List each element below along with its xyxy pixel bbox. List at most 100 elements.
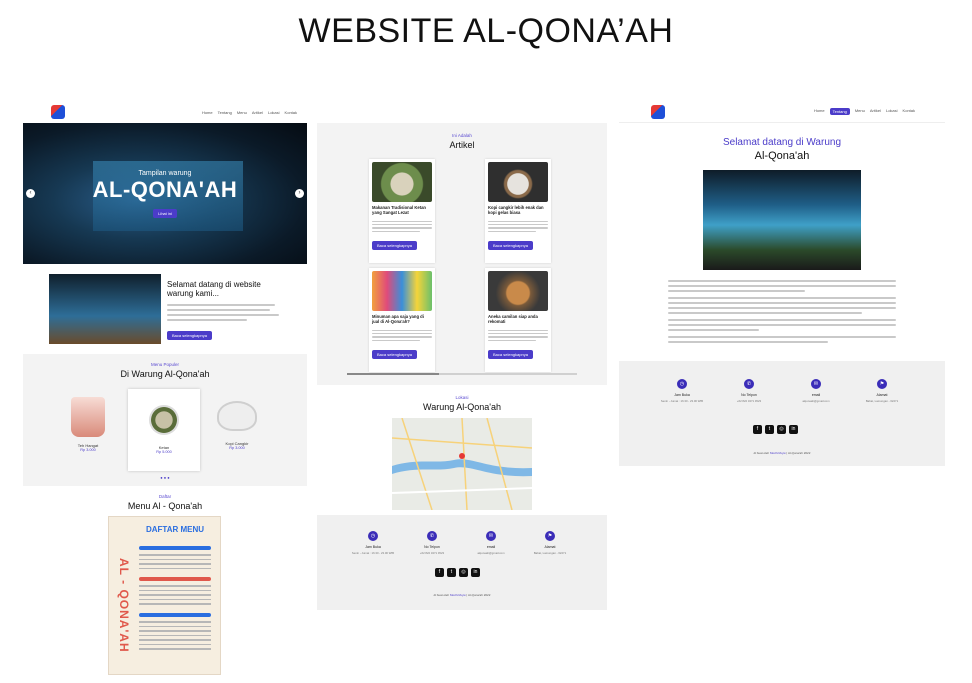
nav-lokasi[interactable]: Lokasi [886, 108, 898, 115]
facebook-icon[interactable]: f [435, 568, 444, 577]
nav-kontak[interactable]: Kontak [285, 110, 297, 115]
article-thumbnail [372, 271, 432, 311]
ketan-plate-icon [149, 405, 179, 435]
footer-label: Jam Buka [674, 393, 690, 397]
article-read-more-button[interactable]: Baca selengkapnya [488, 349, 533, 359]
nav-artikel[interactable]: Artikel [870, 108, 881, 115]
map-pin-icon: ⚑ [877, 379, 887, 389]
articles-page-screenshot: Ini Adalah Artikel Makanan Tradisional K… [317, 123, 607, 610]
articles-scrollbar[interactable] [347, 373, 577, 375]
popular-item[interactable]: Teh Hangat Rp 3.000 [63, 397, 113, 452]
phone-icon: ✆ [744, 379, 754, 389]
article-title: Kopi cangkir lebih enak dan kopi gelas b… [488, 205, 544, 215]
copy-author-link[interactable]: Mochrizkyw [770, 451, 786, 455]
hero-button[interactable]: Lihat ini [153, 208, 177, 218]
article-card[interactable]: Minuman apa saja yang di jual di Al-Qona… [369, 268, 435, 372]
nav-home[interactable]: Home [202, 110, 213, 115]
menu-rows [139, 554, 211, 572]
instagram-icon[interactable]: ◎ [459, 568, 468, 577]
linkedin-icon[interactable]: in [789, 425, 798, 434]
slide-title: WEBSITE AL-QONA’AH [298, 12, 674, 50]
menu-board-image: DAFTAR MENU AL - QONA'AH [108, 516, 221, 675]
nav-kontak[interactable]: Kontak [903, 108, 915, 115]
article-read-more-button[interactable]: Baca selengkapnya [488, 240, 533, 250]
menu-section-band [139, 546, 211, 550]
nav-artikel[interactable]: Artikel [252, 110, 263, 115]
nav-tentang[interactable]: Tentang [218, 110, 232, 115]
about-store-image [703, 170, 861, 270]
mail-icon: ✉ [486, 531, 496, 541]
about-title-line2: Al-Qona'ah [754, 150, 810, 162]
twitter-icon[interactable]: t [447, 568, 456, 577]
welcome-title: Selamat datang di website warung kami... [167, 280, 261, 298]
footer-label: Alamat [544, 545, 556, 549]
coffee-cup-icon [217, 401, 257, 431]
about-section: Selamat datang di Warung Al-Qona'ah [619, 123, 945, 343]
item-price: Rp 3.000 [229, 446, 245, 450]
logo-icon[interactable] [651, 104, 665, 119]
footer-email: ✉ email alqonaah@gmail.com [461, 531, 521, 555]
footer-telpon: ✆ No Telpon +62 822 3471 4523 [719, 379, 779, 403]
footer-label: Alamat [876, 393, 888, 397]
footer-alamat: ⚑ Alamat Babat, Lamongan - 62271 [520, 531, 580, 555]
article-title: Makanan Tradisional Ketan yang Sangat Le… [372, 205, 426, 215]
item-price: Rp 5.000 [156, 450, 172, 454]
social-links: f t ◎ in [435, 568, 480, 577]
article-excerpt [372, 330, 432, 341]
logo-icon[interactable] [51, 105, 65, 119]
copy-prefix: di buat oleh [753, 451, 770, 455]
footer-telpon: ✆ No Telpon +62 822 3471 4523 [402, 531, 462, 555]
carousel-dots[interactable]: ● ● ● [23, 475, 307, 480]
menu-kicker: Daftar [158, 494, 172, 499]
article-thumbnail [488, 271, 548, 311]
nav-tentang[interactable]: Tentang [829, 108, 850, 115]
footer-jam-buka: ◷ Jam Buka Senin - Jumat : 16.30 - 23.00… [652, 379, 712, 403]
footer-jam-buka: ◷ Jam Buka Senin - Jumat : 16.30 - 23.00… [343, 531, 403, 555]
article-card[interactable]: Makanan Tradisional Ketan yang Sangat Le… [369, 159, 435, 263]
facebook-icon[interactable]: f [753, 425, 762, 434]
hero-subtitle: Tampilan warung [138, 169, 192, 177]
map-graphic [392, 418, 532, 510]
copy-prefix: di buat oleh [433, 593, 450, 597]
footer-right: ◷ Jam Buka Senin - Jumat : 16.30 - 23.00… [619, 361, 945, 466]
footer-label: email [811, 393, 821, 397]
footer-value: Babat, Lamongan - 62271 [533, 551, 567, 555]
home-page-screenshot: Home Tentang Menu Artikel Lokasi Kontak … [23, 101, 307, 677]
location-map[interactable] [392, 418, 532, 510]
carousel-prev-icon[interactable]: ‹ [26, 189, 35, 198]
carousel-next-icon[interactable]: › [295, 189, 304, 198]
article-read-more-button[interactable]: Baca selengkapnya [372, 349, 417, 359]
article-card[interactable]: Aneka camilan siap anda rekomati Baca se… [485, 268, 551, 372]
nav-home[interactable]: Home [814, 108, 825, 115]
popular-item[interactable]: Kopi Cangkir Rp 3.000 [209, 397, 265, 450]
welcome-image [49, 274, 161, 344]
twitter-icon[interactable]: t [765, 425, 774, 434]
footer-value: +62 822 3471 4523 [736, 399, 762, 403]
mail-icon: ✉ [811, 379, 821, 389]
tea-glass-icon [71, 397, 105, 437]
nav-lokasi[interactable]: Lokasi [268, 110, 280, 115]
popular-title: Di Warung Al-Qona'ah [120, 369, 210, 379]
footer-middle: ◷ Jam Buka Senin - Jumat : 16.30 - 23.00… [317, 515, 607, 610]
linkedin-icon[interactable]: in [471, 568, 480, 577]
footer-email: ✉ email alqonaah@gmail.com [786, 379, 846, 403]
popular-item-active[interactable]: Ketan Rp 5.000 [128, 389, 200, 471]
about-text [668, 280, 896, 343]
item-price: Rp 3.000 [80, 448, 96, 452]
popular-items: Teh Hangat Rp 3.000 Ketan Rp 5.000 Kopi … [23, 379, 307, 479]
article-card[interactable]: Kopi cangkir lebih enak dan kopi gelas b… [485, 159, 551, 263]
footer-label: No Telpon [741, 393, 757, 397]
copy-author-link[interactable]: Mochrizkyw [450, 593, 466, 597]
nav-menu[interactable]: Menu [855, 108, 865, 115]
article-read-more-button[interactable]: Baca selengkapnya [372, 240, 417, 250]
footer-value: Senin - Jumat : 16.30 - 23.00 WIB [351, 551, 395, 555]
welcome-read-more-button[interactable]: Baca selengkapnya [167, 331, 212, 340]
nav-menu[interactable]: Menu [237, 110, 247, 115]
menu-rows [139, 585, 211, 608]
footer-value: alqonaah@gmail.com [477, 551, 505, 555]
lokasi-kicker: Lokasi [455, 395, 469, 400]
instagram-icon[interactable]: ◎ [777, 425, 786, 434]
menu-section-band [139, 613, 211, 617]
welcome-text [167, 304, 281, 321]
clock-icon: ◷ [677, 379, 687, 389]
